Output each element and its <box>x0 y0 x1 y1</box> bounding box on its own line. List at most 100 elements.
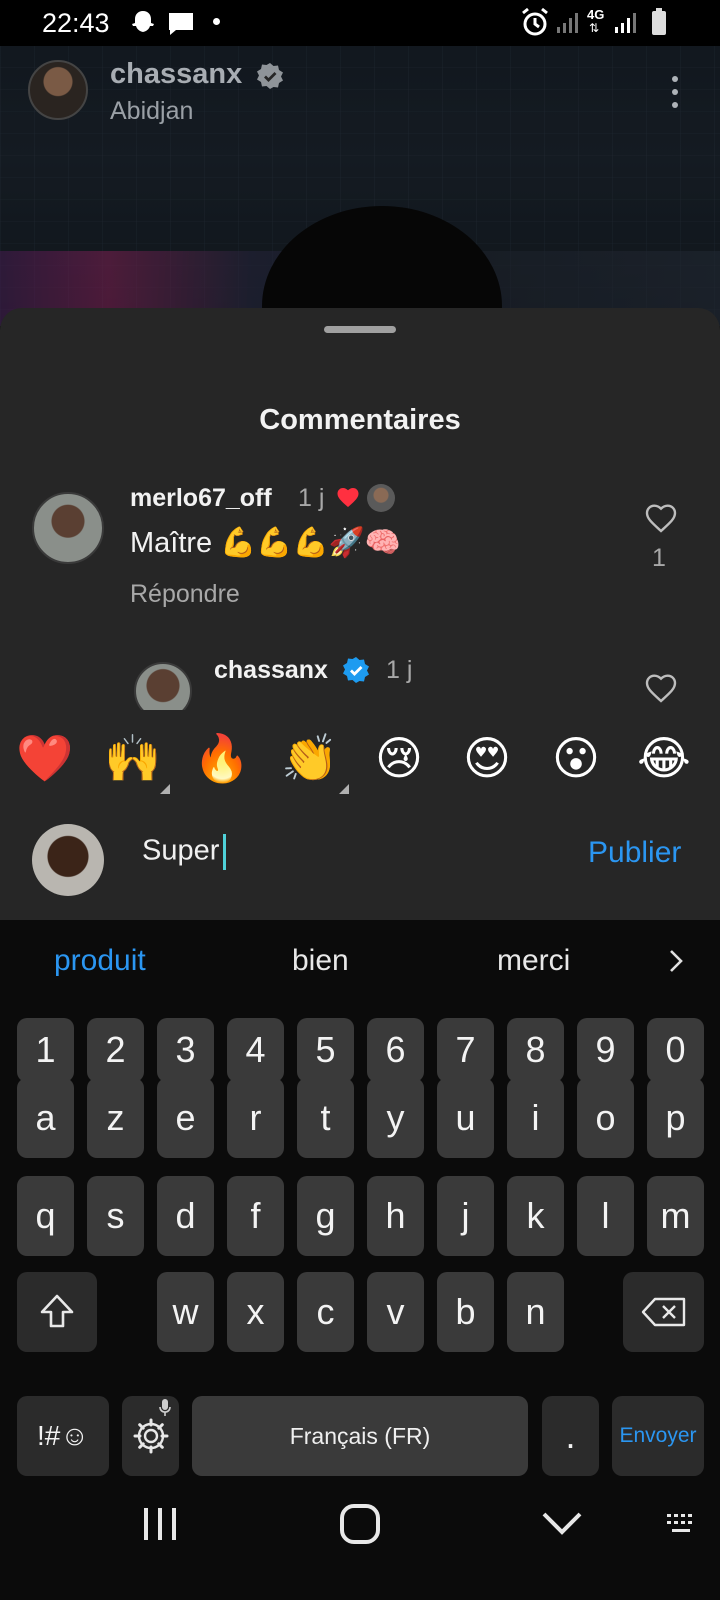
text-caret <box>223 834 227 870</box>
sheet-drag-handle[interactable] <box>324 326 396 333</box>
key-4[interactable]: 4 <box>227 1018 284 1082</box>
emoji-crying-button[interactable]: 😢 <box>367 726 431 790</box>
emoji-raised-hands-button[interactable]: 🙌 <box>101 726 165 790</box>
backspace-key[interactable] <box>623 1272 704 1352</box>
suggestion-2[interactable]: bien <box>292 944 349 978</box>
reply-button[interactable]: Répondre <box>130 580 240 609</box>
navigation-bar <box>0 1490 720 1600</box>
key-b[interactable]: b <box>437 1272 494 1352</box>
alarm-icon <box>522 7 548 36</box>
key-y[interactable]: y <box>367 1078 424 1158</box>
hide-keyboard-chevron-icon[interactable] <box>540 1506 584 1542</box>
key-c[interactable]: c <box>297 1272 354 1352</box>
microphone-icon <box>159 1399 171 1416</box>
signal-4g-icon <box>615 13 636 33</box>
chevron-right-icon[interactable] <box>664 946 688 976</box>
like-heart-icon[interactable] <box>644 502 678 534</box>
key-a[interactable]: a <box>17 1078 74 1158</box>
settings-key[interactable] <box>122 1396 179 1476</box>
key-8[interactable]: 8 <box>507 1018 564 1082</box>
snapchat-icon <box>132 11 154 32</box>
key-5[interactable]: 5 <box>297 1018 354 1082</box>
emoji-laughing-button[interactable]: 😂 <box>632 726 696 790</box>
author-mini-avatar <box>367 484 395 512</box>
author-liked-heart-icon <box>337 488 359 507</box>
keyboard: produit bien merci 1 2 3 4 5 6 7 8 9 0 a… <box>0 920 720 1490</box>
key-n[interactable]: n <box>507 1272 564 1352</box>
current-user-avatar <box>32 824 104 896</box>
emoji-surprised-button[interactable]: 😮 <box>544 726 608 790</box>
key-d[interactable]: d <box>157 1176 214 1256</box>
emoji-clapping-button[interactable]: 👏 <box>278 726 342 790</box>
shift-arrow-icon <box>40 1294 74 1328</box>
key-1[interactable]: 1 <box>17 1018 74 1082</box>
comment-avatar[interactable] <box>32 492 104 564</box>
period-key[interactable]: . <box>542 1396 599 1476</box>
shift-key[interactable] <box>17 1272 97 1352</box>
key-6[interactable]: 6 <box>367 1018 424 1082</box>
comments-list[interactable]: merlo67_off 1 j Maître 💪💪💪🚀🧠 Répondre 1 … <box>0 474 720 710</box>
video-background[interactable] <box>0 46 720 326</box>
key-z[interactable]: z <box>87 1078 144 1158</box>
author-location[interactable]: Abidjan <box>110 97 193 126</box>
key-r[interactable]: r <box>227 1078 284 1158</box>
like-count: 1 <box>652 544 666 572</box>
key-q[interactable]: q <box>17 1176 74 1256</box>
comment-text: Maître 💪💪💪🚀🧠 <box>130 527 401 559</box>
key-7[interactable]: 7 <box>437 1018 494 1082</box>
comment-username[interactable]: chassanx <box>214 656 328 685</box>
key-t[interactable]: t <box>297 1078 354 1158</box>
key-e[interactable]: e <box>157 1078 214 1158</box>
emoji-heart-eyes-button[interactable]: 😍 <box>455 726 519 790</box>
key-s[interactable]: s <box>87 1176 144 1256</box>
symbols-key[interactable]: !#☺ <box>17 1396 109 1476</box>
key-m[interactable]: m <box>647 1176 704 1256</box>
skin-tone-indicator-icon <box>339 784 349 794</box>
key-h[interactable]: h <box>367 1176 424 1256</box>
key-p[interactable]: p <box>647 1078 704 1158</box>
key-v[interactable]: v <box>367 1272 424 1352</box>
publish-button[interactable]: Publier <box>588 836 681 870</box>
comment-input-value: Super <box>142 834 220 867</box>
key-2[interactable]: 2 <box>87 1018 144 1082</box>
recent-apps-icon[interactable] <box>140 1506 180 1542</box>
key-9[interactable]: 9 <box>577 1018 634 1082</box>
more-options-icon[interactable] <box>660 74 690 114</box>
key-i[interactable]: i <box>507 1078 564 1158</box>
key-k[interactable]: k <box>507 1176 564 1256</box>
comment-username[interactable]: merlo67_off <box>130 484 272 513</box>
key-w[interactable]: w <box>157 1272 214 1352</box>
message-icon <box>169 13 193 35</box>
video-dim-overlay <box>0 46 720 326</box>
comment-input[interactable]: Super <box>142 834 227 870</box>
gear-icon <box>133 1418 168 1454</box>
space-key[interactable]: Français (FR) <box>192 1396 528 1476</box>
emoji-fire-button[interactable]: 🔥 <box>190 726 254 790</box>
key-u[interactable]: u <box>437 1078 494 1158</box>
key-x[interactable]: x <box>227 1272 284 1352</box>
key-j[interactable]: j <box>437 1176 494 1256</box>
emoji-heart-button[interactable]: ❤️ <box>13 726 77 790</box>
key-g[interactable]: g <box>297 1176 354 1256</box>
verified-badge-icon <box>343 657 369 683</box>
key-o[interactable]: o <box>577 1078 634 1158</box>
author-name[interactable]: chassanx <box>110 58 242 91</box>
key-f[interactable]: f <box>227 1176 284 1256</box>
network-type-label: 4G <box>587 7 605 22</box>
author-avatar[interactable] <box>28 60 88 120</box>
comment-time: 1 j <box>386 656 413 684</box>
send-key[interactable]: Envoyer <box>612 1396 704 1476</box>
data-arrows-icon: ⇅ <box>589 21 600 35</box>
like-heart-icon[interactable] <box>644 672 678 704</box>
battery-icon <box>652 8 666 35</box>
status-time: 22:43 <box>42 8 110 38</box>
keyboard-switch-icon[interactable] <box>666 1512 698 1536</box>
key-l[interactable]: l <box>577 1176 634 1256</box>
signal-icon <box>557 13 578 33</box>
key-3[interactable]: 3 <box>157 1018 214 1082</box>
comment-avatar[interactable] <box>134 662 192 710</box>
suggestion-1[interactable]: produit <box>54 944 146 978</box>
suggestion-3[interactable]: merci <box>497 944 570 978</box>
home-icon[interactable] <box>338 1502 382 1546</box>
key-0[interactable]: 0 <box>647 1018 704 1082</box>
